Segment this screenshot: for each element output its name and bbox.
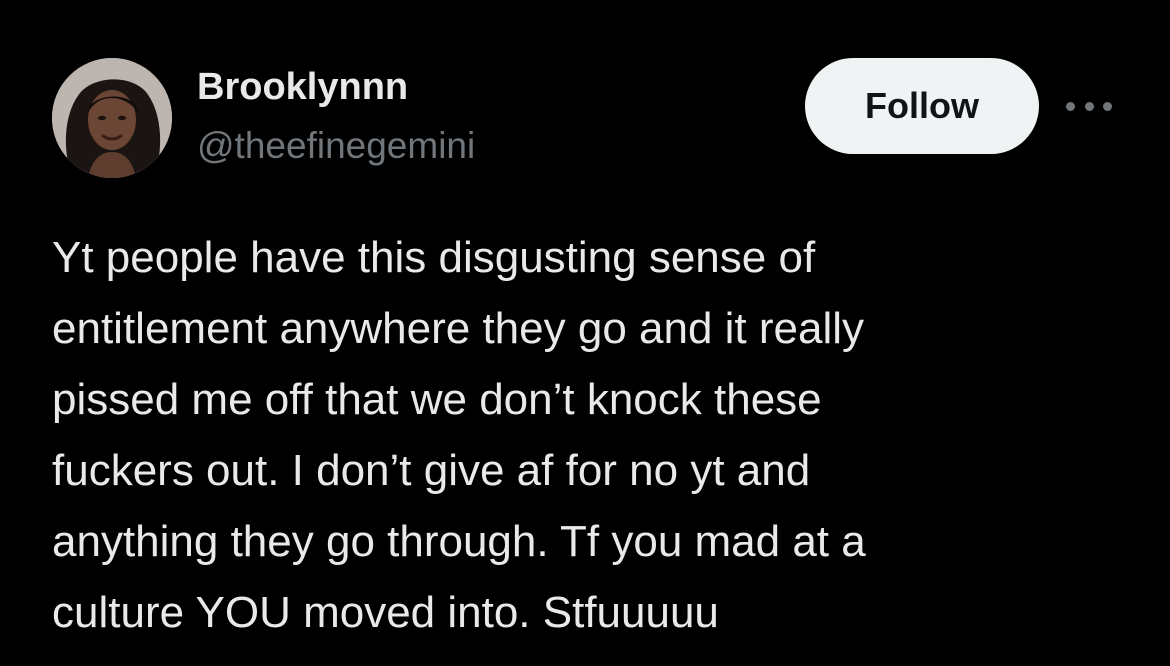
- tweet-text: Yt people have this disgusting sense of …: [52, 222, 1132, 648]
- tweet-text-line: entitlement anywhere they go and it real…: [52, 304, 865, 353]
- more-dot: [1084, 101, 1094, 111]
- tweet-text-line: Yt people have this disgusting sense of: [52, 233, 816, 282]
- tweet-text-line: anything they go through. Tf you mad at …: [52, 517, 866, 566]
- tweet-text-line: culture YOU moved into. Stfuuuuu: [52, 588, 719, 637]
- author-display-name[interactable]: Brooklynnn: [197, 66, 408, 109]
- more-dot: [1103, 101, 1112, 111]
- more-horizontal-icon: [1066, 101, 1112, 111]
- tweet: Brooklynnn @theefinegemini Follow Yt peo…: [0, 0, 1170, 666]
- tweet-text-line: pissed me off that we don’t knock these: [52, 375, 822, 424]
- follow-button[interactable]: Follow: [805, 58, 1039, 154]
- user-avatar-icon: [52, 58, 172, 178]
- tweet-text-line: fuckers out. I don’t give af for no yt a…: [52, 446, 811, 495]
- more-dot: [1066, 101, 1075, 111]
- user-avatar[interactable]: [52, 58, 172, 178]
- more-options-button[interactable]: [1062, 88, 1116, 124]
- author-handle[interactable]: @theefinegemini: [197, 125, 475, 167]
